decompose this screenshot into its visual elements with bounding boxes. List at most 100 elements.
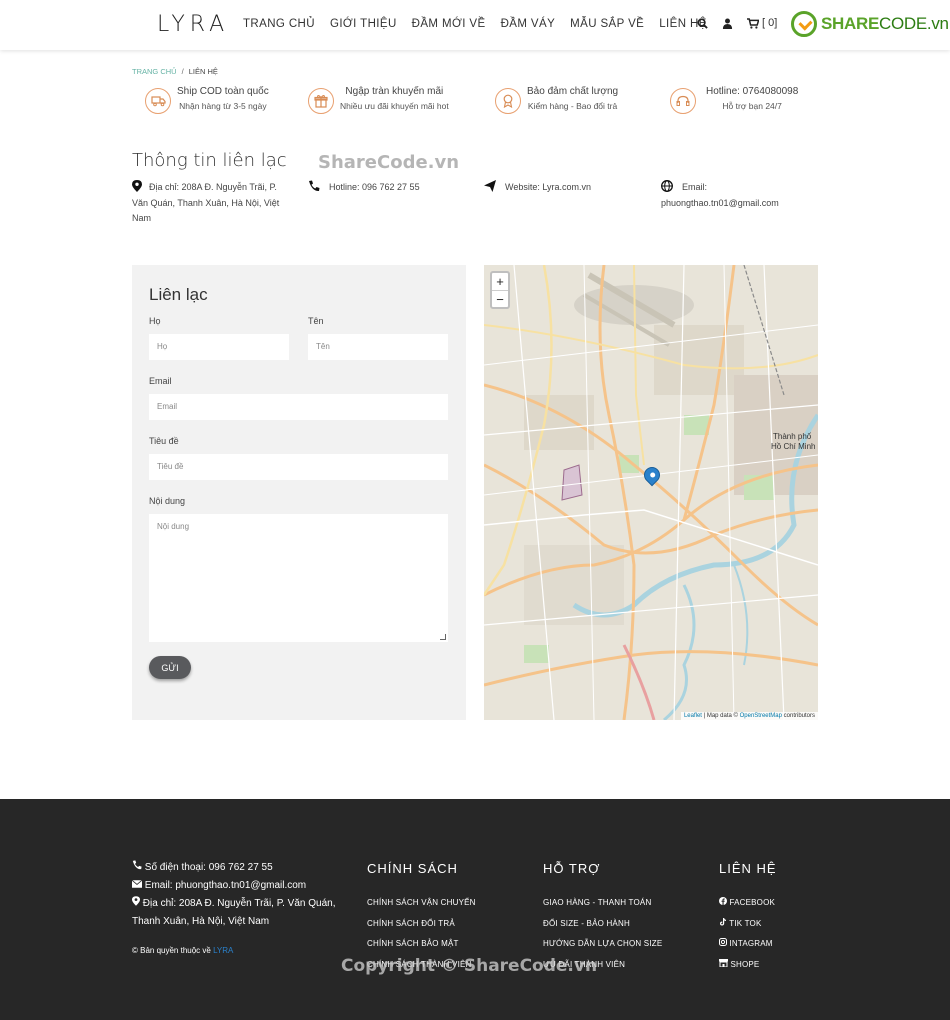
- map-zoom-control: + −: [490, 271, 510, 309]
- info-email-text[interactable]: Email: phuongthao.tn01@gmail.com: [661, 180, 821, 211]
- feature-hotline: Hotline: 0764080098 Hỗ trợ bạn 24/7: [670, 86, 798, 114]
- feature-subtitle: Hỗ trợ bạn 24/7: [722, 101, 782, 111]
- contact-form: Liên lạc Họ Tên Họ Tên Email Email Tiêu …: [132, 265, 466, 720]
- email-input[interactable]: Email: [149, 394, 448, 420]
- info-website-text[interactable]: Website: Lyra.com.vn: [484, 180, 654, 196]
- last-name-input[interactable]: Họ: [149, 334, 289, 360]
- map-attribution: Leaflet | Map data © OpenStreetMap contr…: [680, 712, 818, 720]
- badge-icon: [495, 88, 521, 114]
- social-link-tiktok[interactable]: TIK TOK: [719, 914, 775, 935]
- first-name-input[interactable]: Tên: [308, 334, 448, 360]
- social-link-facebook[interactable]: FACEBOOK: [719, 893, 775, 914]
- footer-link[interactable]: HƯỚNG DẪN LỰA CHỌN SIZE: [543, 934, 662, 955]
- footer-watermark: Copyright © ShareCode.vn: [341, 956, 598, 976]
- breadcrumb-separator: /: [181, 67, 184, 76]
- user-icon[interactable]: [722, 18, 733, 29]
- policy-heading: CHÍNH SÁCH: [367, 861, 458, 876]
- footer-email[interactable]: Email: phuongthao.tn01@gmail.com: [145, 880, 306, 891]
- attribution-end: contributors: [781, 713, 815, 719]
- copyright-brand-link[interactable]: LYRA: [213, 946, 233, 955]
- feature-strip: Ship COD toàn quốc Nhận hàng từ 3-5 ngày …: [145, 86, 845, 120]
- info-address: Địa chỉ: 208A Đ. Nguyễn Trãi, P. Văn Quá…: [132, 180, 292, 227]
- leaflet-link[interactable]: Leaflet: [684, 713, 702, 719]
- nav-item-about[interactable]: GIỚI THIỆU: [330, 18, 397, 30]
- footer-copyright: © Bản quyền thuộc về LYRA: [132, 946, 233, 955]
- content-textarea[interactable]: Nội dung: [149, 514, 448, 642]
- social-link-instagram[interactable]: INTAGRAM: [719, 934, 775, 955]
- footer-link[interactable]: ĐỔI SIZE - BẢO HÀNH: [543, 914, 662, 935]
- search-icon[interactable]: [697, 17, 708, 29]
- contact-heading: LIÊN HỆ: [719, 861, 777, 876]
- envelope-icon: [131, 879, 143, 888]
- nav-item-new-dresses[interactable]: ĐẦM MỚI VỀ: [412, 18, 486, 30]
- feature-title: Bảo đảm chất lượng: [527, 86, 619, 97]
- gift-icon: [308, 88, 334, 114]
- info-website: Website: Lyra.com.vn: [484, 180, 654, 196]
- social-link-label: FACEBOOK: [729, 898, 776, 907]
- social-link-label: INTAGRAM: [729, 939, 773, 948]
- shop-icon: [719, 958, 728, 967]
- cart-button[interactable]: [ 0]: [747, 17, 777, 29]
- footer-link[interactable]: CHÍNH SÁCH VẬN CHUYỂN: [367, 893, 476, 914]
- footer-link[interactable]: CHÍNH SÁCH ĐỔI TRẢ: [367, 914, 476, 935]
- site-footer: Số điện thoại: 096 762 27 55 Email: phuo…: [0, 799, 950, 1020]
- info-hotline-text[interactable]: Hotline: 096 762 27 55: [308, 180, 478, 196]
- subject-label: Tiêu đề: [149, 436, 179, 446]
- content-label: Nội dung: [149, 496, 186, 506]
- header-actions: [ 0]: [697, 17, 777, 29]
- support-heading: HỖ TRỢ: [543, 861, 601, 876]
- globe-icon: [661, 180, 673, 192]
- social-link-shopee[interactable]: SHOPE: [719, 955, 775, 976]
- last-name-label: Họ: [149, 316, 161, 326]
- sharecode-logo-text-1: SHARE: [821, 14, 880, 33]
- phone-icon: [309, 180, 320, 192]
- info-address-text: Địa chỉ: 208A Đ. Nguyễn Trãi, P. Văn Quá…: [132, 182, 280, 223]
- feature-title: Ngập tràn khuyến mãi: [345, 86, 444, 97]
- info-hotline: Hotline: 096 762 27 55: [308, 180, 478, 196]
- tiktok-icon: [720, 917, 726, 925]
- headset-icon: [670, 88, 696, 114]
- truck-icon: [145, 88, 171, 114]
- first-name-label: Tên: [308, 316, 324, 326]
- footer-contact: Số điện thoại: 096 762 27 55 Email: phuo…: [131, 859, 342, 931]
- map-city-label-1: Thành phố: [773, 432, 812, 441]
- feature-subtitle: Nhiều ưu đãi khuyến mãi hot: [340, 101, 449, 111]
- email-label: Email: [149, 376, 172, 386]
- zoom-out-button[interactable]: −: [492, 290, 508, 307]
- footer-link[interactable]: CHÍNH SÁCH BẢO MẬT: [367, 934, 476, 955]
- social-links: FACEBOOK TIK TOK INTAGRAM SHOPE: [719, 893, 775, 975]
- osm-link[interactable]: OpenStreetMap: [740, 713, 782, 719]
- map-marker-icon: [132, 180, 142, 192]
- site-header: LYRA TRANG CHỦ GIỚI THIỆU ĐẦM MỚI VỀ ĐẦM…: [0, 0, 950, 50]
- phone-icon: [132, 860, 142, 870]
- paper-plane-icon: [484, 180, 496, 192]
- form-title: Liên lạc: [149, 285, 208, 304]
- map-city-label-2: Hồ Chí Minh: [771, 442, 816, 451]
- feature-quality: Bảo đảm chất lượng Kiểm hàng - Bao đổi tr…: [495, 86, 618, 114]
- nav-item-dresses[interactable]: ĐẦM VÁY: [501, 18, 556, 30]
- instagram-icon: [719, 938, 727, 946]
- footer-phone: Số điện thoại: 096 762 27 55: [144, 862, 273, 873]
- footer-address: Địa chỉ: 208A Đ. Nguyễn Trãi, P. Văn Quá…: [132, 898, 336, 927]
- footer-link[interactable]: GIAO HÀNG - THANH TOÁN: [543, 893, 662, 914]
- map-view[interactable]: Thành phố Hồ Chí Minh + − Leaflet | Map …: [484, 265, 818, 720]
- nav-item-coming-soon[interactable]: MẪU SẮP VỀ: [570, 18, 644, 30]
- nav-item-home[interactable]: TRANG CHỦ: [243, 18, 315, 30]
- zoom-in-button[interactable]: +: [492, 273, 508, 290]
- watermark-text: ShareCode.vn: [318, 152, 460, 173]
- social-link-label: TIK TOK: [729, 918, 762, 928]
- subject-input[interactable]: Tiêu đề: [149, 454, 448, 480]
- sharecode-logo-icon: [791, 11, 817, 37]
- map-tiles: [484, 265, 818, 720]
- attribution-text: | Map data ©: [701, 713, 740, 719]
- site-logo[interactable]: LYRA: [157, 12, 229, 37]
- feature-title: Hotline: 0764080098: [706, 86, 799, 97]
- social-link-label: SHOPE: [730, 959, 760, 969]
- send-button[interactable]: GỬI: [149, 656, 191, 679]
- facebook-icon: [719, 897, 727, 905]
- breadcrumb-home[interactable]: TRANG CHỦ: [132, 67, 177, 76]
- contact-info-title: Thông tin liên lạc: [132, 150, 287, 171]
- feature-shipping: Ship COD toàn quốc Nhận hàng từ 3-5 ngày: [145, 86, 269, 114]
- breadcrumb: TRANG CHỦ / LIÊN HỆ: [132, 67, 218, 76]
- sharecode-logo: SHARECODE.vn: [791, 11, 949, 37]
